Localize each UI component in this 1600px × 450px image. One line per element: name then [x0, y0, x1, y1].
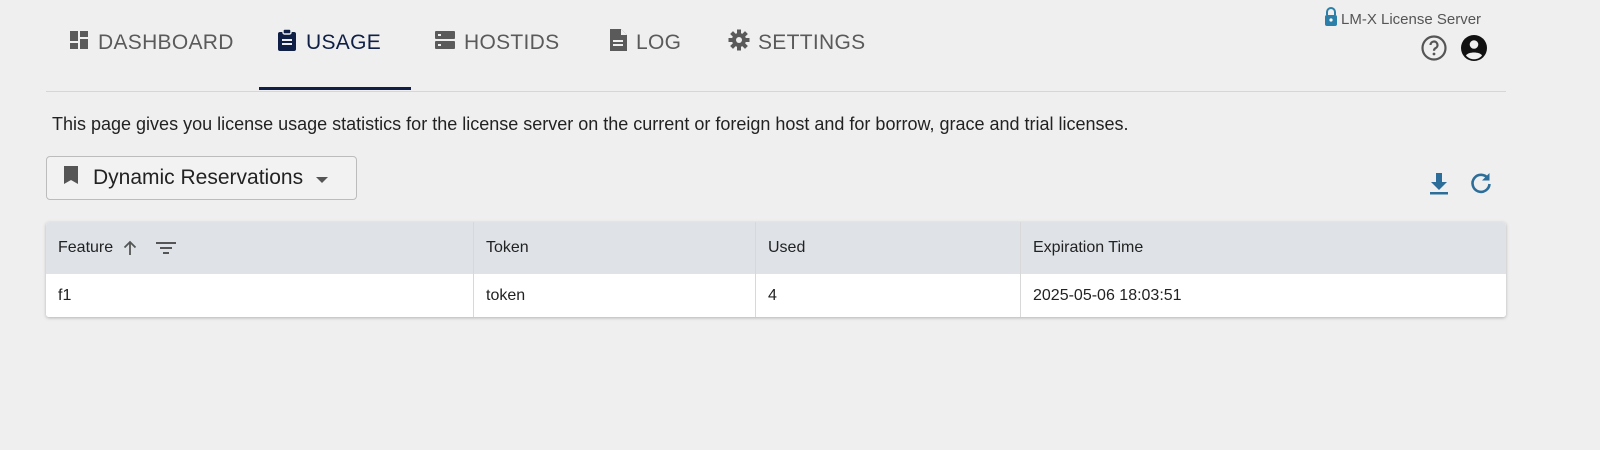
dashboard-icon [68, 29, 98, 57]
refresh-icon[interactable] [1468, 170, 1494, 196]
bookmark-icon [63, 165, 79, 191]
view-select[interactable]: Dynamic Reservations [46, 156, 357, 200]
tab-settings[interactable]: SETTINGS [728, 28, 865, 58]
tab-label: HOSTIDS [464, 31, 560, 54]
column-label: Used [768, 239, 806, 256]
tab-label: SETTINGS [758, 31, 866, 54]
main-nav: DASHBOARD USAGE HOSTIDS LOG SETTINGS [46, 0, 1506, 92]
table-header: Feature Token Used Expiration Time [46, 222, 1506, 274]
tab-usage[interactable]: USAGE [276, 28, 381, 58]
tab-label: DASHBOARD [98, 31, 234, 54]
column-label: Feature [58, 239, 114, 256]
cell-token: token [474, 274, 756, 317]
table-row[interactable]: f1 token 4 2025-05-06 18:03:51 [46, 274, 1506, 317]
tab-label: LOG [636, 31, 682, 54]
tab-log[interactable]: LOG [608, 28, 681, 58]
tab-label: USAGE [306, 31, 382, 54]
cell-expiration-time: 2025-05-06 18:03:51 [1033, 286, 1182, 304]
filter-icon[interactable] [155, 240, 177, 256]
column-label: Expiration Time [1033, 239, 1144, 256]
cell-used: 4 [756, 274, 1021, 317]
sort-ascending-icon[interactable] [121, 239, 139, 257]
chevron-down-icon [315, 166, 329, 190]
tab-dashboard[interactable]: DASHBOARD [68, 28, 234, 58]
server-icon [434, 29, 464, 57]
tab-hostids[interactable]: HOSTIDS [434, 28, 559, 58]
column-header-expiration-time[interactable]: Expiration Time [1021, 222, 1506, 274]
column-header-feature[interactable]: Feature [46, 222, 474, 274]
table-actions [1426, 170, 1494, 196]
clipboard-icon [276, 28, 306, 58]
column-header-used[interactable]: Used [756, 222, 1021, 274]
view-select-value: Dynamic Reservations [93, 166, 304, 189]
usage-table: Feature Token Used Expiration Time f1 to… [46, 222, 1506, 317]
active-tab-indicator [259, 87, 411, 90]
document-icon [608, 28, 636, 58]
page-description: This page gives you license usage statis… [52, 114, 1129, 134]
column-label: Token [486, 239, 529, 256]
cell-feature: f1 [46, 274, 474, 317]
gear-icon [728, 29, 758, 57]
download-icon[interactable] [1426, 170, 1452, 196]
column-header-token[interactable]: Token [474, 222, 756, 274]
